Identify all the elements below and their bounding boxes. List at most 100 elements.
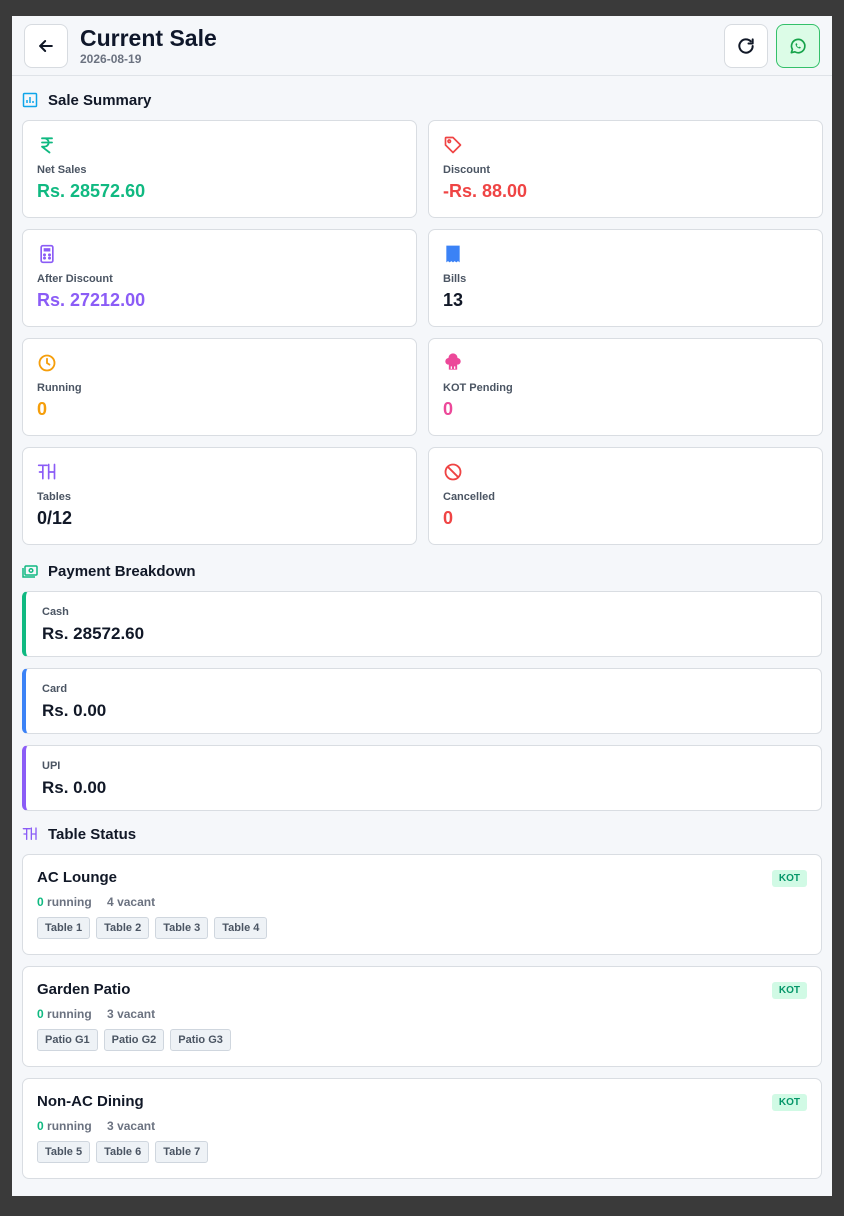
section-title: Sale Summary [48,91,152,109]
refresh-button[interactable] [724,23,768,68]
tag-icon [444,136,462,154]
table-status-header: Table Status [22,822,822,846]
stat-value: 0 [443,399,454,419]
running-count: 0 [37,1119,44,1133]
stat-label: KOT Pending [443,382,513,394]
stat-card-net-sales: Net Sales Rs. 28572.60 [22,120,417,218]
vacant-label: vacant [117,895,156,909]
table-chip[interactable]: Table 2 [96,917,150,939]
vacant-label: vacant [117,1119,156,1133]
vacant-count: 3 [107,1119,114,1133]
kot-badge: KOT [771,982,807,999]
area-name: AC Lounge [37,869,117,886]
whatsapp-share-button[interactable] [776,23,820,68]
table-chip[interactable]: Patio G2 [103,1029,165,1051]
area-stats: 0 running 3 vacant [37,1119,807,1133]
vacant-count: 4 [107,895,114,909]
header: Current Sale 2026-08-19 [12,16,832,76]
payment-upi: UPI Rs. 0.00 [22,745,822,811]
running-label: running [47,895,92,909]
area-card-ac-lounge[interactable]: AC Lounge KOT 0 running 4 vacant Table 1… [22,854,822,955]
area-name: Garden Patio [37,981,131,998]
table-chip[interactable]: Table 5 [37,1141,91,1163]
table-chips: Patio G1 Patio G2 Patio G3 [37,1029,807,1051]
payment-breakdown-header: Payment Breakdown [22,559,822,583]
payment-list: Cash Rs. 28572.60 Card Rs. 0.00 UPI Rs. … [12,591,832,811]
stat-value: Rs. 27212.00 [37,290,146,310]
table-chip[interactable]: Table 7 [155,1141,209,1163]
stat-value: 13 [443,290,464,310]
area-stats: 0 running 4 vacant [37,895,807,909]
table-chip[interactable]: Table 3 [155,917,209,939]
payment-label: Cash [42,606,69,618]
ban-icon [444,463,462,481]
vacant-count: 3 [107,1007,114,1021]
refresh-icon [738,37,754,54]
stat-value: 0/12 [37,508,73,528]
section-title: Payment Breakdown [48,562,196,580]
running-count: 0 [37,895,44,909]
stat-value: 0 [37,399,48,419]
whatsapp-icon [790,38,806,54]
payment-value: Rs. 0.00 [42,701,107,720]
running-label: running [47,1119,92,1133]
stat-label: Net Sales [37,164,87,176]
payment-label: Card [42,683,68,695]
kot-badge: KOT [771,1094,807,1111]
area-list: AC Lounge KOT 0 running 4 vacant Table 1… [12,854,832,1179]
table-icon [37,463,56,480]
arrow-left-icon [39,39,53,52]
page-title: Current Sale [80,25,217,51]
kot-badge: KOT [771,870,807,887]
sale-date: 2026-08-19 [80,52,142,66]
stat-label: After Discount [37,273,113,285]
money-icon [22,565,38,578]
table-chip[interactable]: Table 1 [37,917,91,939]
header-actions [724,23,820,68]
payment-value: Rs. 0.00 [42,778,107,797]
table-chip[interactable]: Patio G1 [37,1029,98,1051]
stat-label: Running [37,382,82,394]
calculator-icon [40,244,54,264]
stat-card-bills: Bills 13 [428,229,823,327]
stat-value: Rs. 28572.60 [37,181,146,201]
stat-label: Tables [37,491,72,503]
stat-label: Cancelled [443,491,495,503]
payment-label: UPI [42,760,61,772]
stat-value: -Rs. 88.00 [443,181,528,201]
stat-label: Bills [443,273,467,285]
area-name: Non-AC Dining [37,1093,144,1110]
back-button[interactable] [24,23,68,68]
receipt-icon [446,245,460,263]
app-window: Current Sale 2026-08-19 Sale Summary Net… [12,16,832,1196]
table-chips: Table 1 Table 2 Table 3 Table 4 [37,917,807,939]
stat-card-discount: Discount -Rs. 88.00 [428,120,823,218]
stat-card-tables: Tables 0/12 [22,447,417,545]
stat-card-cancelled: Cancelled 0 [428,447,823,545]
chef-hat-icon [445,353,461,370]
stat-label: Discount [443,164,491,176]
payment-card: Card Rs. 0.00 [22,668,822,734]
section-title: Table Status [48,825,137,843]
table-chip[interactable]: Table 4 [214,917,268,939]
bar-chart-icon [22,92,38,108]
payment-value: Rs. 28572.60 [42,624,145,643]
table-chip[interactable]: Table 6 [96,1141,150,1163]
table-chip[interactable]: Patio G3 [170,1029,231,1051]
running-label: running [47,1007,92,1021]
clock-icon [38,354,56,372]
area-card-garden-patio[interactable]: Garden Patio KOT 0 running 3 vacant Pati… [22,966,822,1067]
sale-summary-header: Sale Summary [22,88,822,112]
stat-card-kot-pending: KOT Pending 0 [428,338,823,436]
area-stats: 0 running 3 vacant [37,1007,807,1021]
title-block: Current Sale 2026-08-19 [80,25,724,66]
table-chips: Table 5 Table 6 Table 7 [37,1141,807,1163]
stat-card-after-discount: After Discount Rs. 27212.00 [22,229,417,327]
payment-cash: Cash Rs. 28572.60 [22,591,822,657]
area-card-non-ac-dining[interactable]: Non-AC Dining KOT 0 running 3 vacant Tab… [22,1078,822,1179]
rupee-icon [41,137,53,154]
vacant-label: vacant [117,1007,156,1021]
table-icon [22,827,37,840]
stat-value: 0 [443,508,454,528]
stat-card-running: Running 0 [22,338,417,436]
